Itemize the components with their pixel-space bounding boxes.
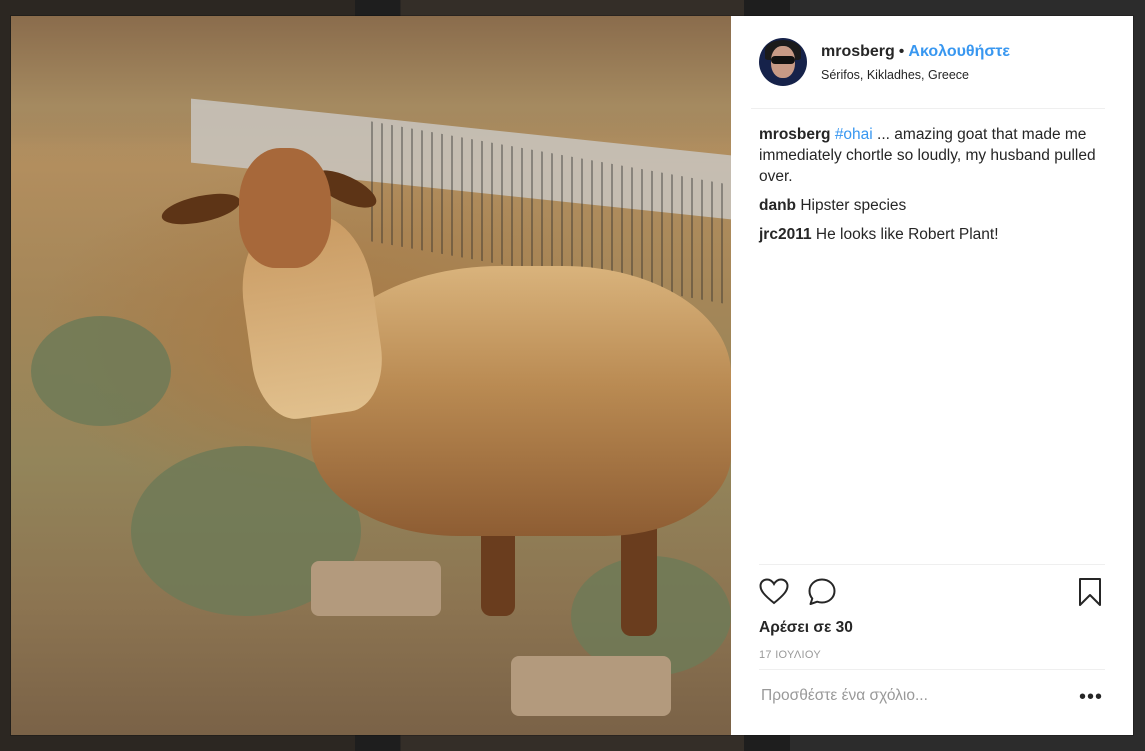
comments-list: mrosberg #ohai ... amazing goat that mad…: [759, 124, 1105, 253]
photo-bush: [31, 316, 171, 426]
like-button[interactable]: [759, 577, 789, 607]
avatar-sunglasses: [771, 56, 795, 64]
save-button[interactable]: [1075, 577, 1105, 607]
follow-button[interactable]: Ακολουθήστε: [908, 43, 1010, 60]
bookmark-icon: [1079, 578, 1101, 606]
caption-comment: mrosberg #ohai ... amazing goat that mad…: [759, 124, 1105, 187]
comment-username-link[interactable]: jrc2011: [759, 226, 812, 243]
post-actions: Αρέσει σε 30 17 ΙΟΥΛΙΟΥ •••: [759, 564, 1105, 745]
likes-count[interactable]: Αρέσει σε 30: [759, 619, 853, 637]
separator-dot: •: [898, 43, 905, 60]
comment-text: He looks like Robert Plant!: [811, 226, 999, 243]
comment-item: jrc2011 He looks like Robert Plant!: [759, 224, 1105, 245]
post-header-user-line: mrosberg • Ακολουθήστε: [821, 43, 1010, 61]
post-photo[interactable]: [11, 16, 731, 735]
photo-rock: [311, 561, 441, 616]
comment-text: Hipster species: [796, 197, 907, 214]
avatar[interactable]: [759, 38, 807, 86]
photo-rock: [511, 656, 671, 716]
post-modal: mrosberg • Ακολουθήστε Sérifos, Kikladhes,…: [11, 16, 1133, 735]
comment-username-link[interactable]: danb: [759, 197, 796, 214]
goat-ear: [159, 187, 243, 231]
post-username-link[interactable]: mrosberg: [821, 43, 895, 60]
comment-button[interactable]: [807, 577, 837, 607]
comment-item: danb Hipster species: [759, 195, 1105, 216]
post-side-panel: mrosberg • Ακολουθήστε Sérifos, Kikladhes,…: [731, 16, 1133, 735]
comment-username-link[interactable]: mrosberg: [759, 126, 831, 143]
location-link[interactable]: Sérifos, Kikladhes, Greece: [821, 68, 969, 82]
more-options-button[interactable]: •••: [1079, 687, 1103, 707]
speech-bubble-icon: [808, 578, 836, 605]
post-date[interactable]: 17 ΙΟΥΛΙΟΥ: [759, 649, 821, 661]
heart-icon: [759, 578, 789, 605]
comment-input[interactable]: [759, 686, 1063, 706]
hashtag-link[interactable]: #ohai: [835, 126, 873, 143]
add-comment-bar: •••: [759, 669, 1105, 737]
goat-head: [239, 148, 331, 268]
